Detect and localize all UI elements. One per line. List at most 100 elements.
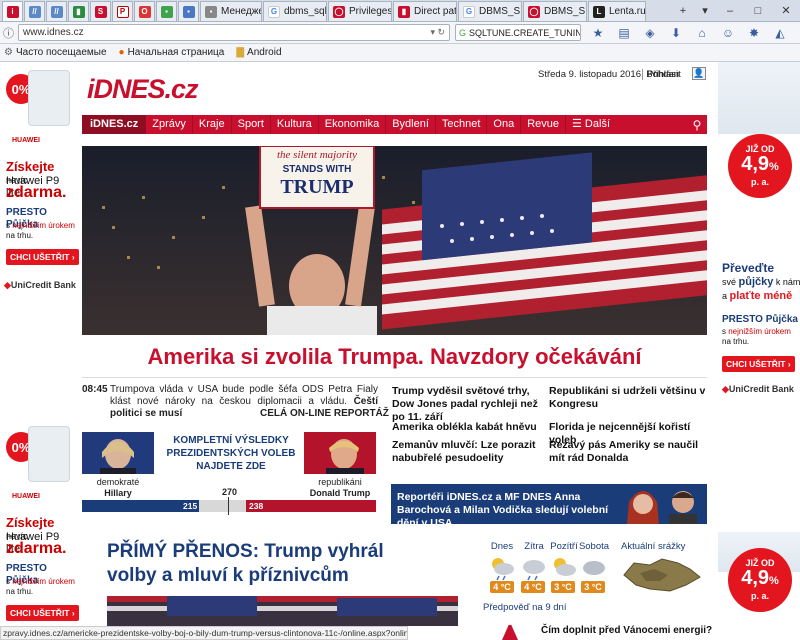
trump-bar [246,500,376,512]
reporters-promo[interactable]: Reportéři iDNES.cz a MF DNES Anna Baroch… [391,484,707,524]
nav-item-sport[interactable]: Sport [232,115,271,134]
tab-pinned-3[interactable]: // [46,1,67,21]
tab-pinned-5[interactable]: S [90,1,111,21]
tab-list-icon[interactable]: ▾ [694,4,716,17]
nav-item-zpravy[interactable]: Zprávy [146,115,193,134]
tab-pinned-4[interactable]: ▮ [68,1,89,21]
folder-icon: ▇ [236,47,245,58]
nav-item-bydleni[interactable]: Bydlení [386,115,436,134]
hero-image[interactable]: the silent majority STANDS WITH TRUMP [82,146,707,335]
nav-item-ekonomika[interactable]: Ekonomika [319,115,387,134]
ad-cta-button[interactable]: CHCI UŠETŘIT › [722,356,795,372]
idnes-icon: i [6,5,19,18]
reload-icon[interactable]: ▾ ↻ [430,27,445,38]
story-link[interactable]: Čím doplnit před Vánocemi energii? [541,625,712,637]
story-link[interactable]: Trump vyděsil světové trhy, Dow Jones pa… [392,385,540,424]
reading-list-icon[interactable]: ▤ [612,24,636,41]
shield-icon[interactable]: ◈ [638,24,662,41]
search-icon[interactable]: ⚲ [687,118,707,132]
trump-party: republikáni [318,477,362,487]
crowd-photo[interactable] [107,596,458,626]
download-icon[interactable]: ⬇ [664,24,688,41]
bookmark-home[interactable]: ● Начальная страница [119,47,225,58]
sign-line-3: TRUMP [280,176,354,198]
tab-pinned-8[interactable]: ▪ [156,1,177,21]
nav-item-revue[interactable]: Revue [521,115,567,134]
threshold-label: 270 [222,487,238,497]
nav-item-ona[interactable]: Ona [487,115,522,134]
close-icon[interactable]: ✕ [772,4,800,17]
maximize-icon[interactable]: □ [744,5,772,17]
nav-item-kultura[interactable]: Kultura [271,115,319,134]
ad-line: Získejte [6,159,55,174]
precip-label[interactable]: Aktuální srážky [621,541,685,552]
star-icon[interactable]: ★ [586,24,610,41]
bookmark-frequent[interactable]: ⚙ Часто посещаемые [4,47,107,58]
live-more-link[interactable]: CELÁ ON-LINE REPORTÁŽ [260,408,389,420]
phone-image [28,426,70,482]
new-tab-icon[interactable]: + [672,5,694,17]
right-ad[interactable]: JIŽ OD 4,9% p. a. Převeďte své půjčky k … [718,62,800,640]
nav-item-more[interactable]: ☰ Další [566,115,616,134]
badge-value: 4,9 [741,567,770,589]
ad-cta-button[interactable]: CHCI UŠETŘIT › [6,249,79,265]
tab-idnes[interactable]: i [2,1,23,21]
nav-item-technet[interactable]: Technet [436,115,488,134]
bookmark-android[interactable]: ▇ Android [236,47,281,58]
menu-icon[interactable]: ≡ [794,24,800,41]
nav-item-kraje[interactable]: Kraje [193,115,232,134]
gear-icon: ⚙ [4,47,13,58]
tab-13[interactable]: ▮ Direct pat... [393,1,457,21]
bookmark-label: Часто посещаемые [15,47,107,58]
tab-label: Lenta.ru [609,6,646,17]
results-bar[interactable]: 215 238 [82,497,376,515]
home-icon[interactable]: ⌂ [690,24,714,41]
tab-16[interactable]: L Lenta.ru [588,1,646,21]
tab-pinned-2[interactable]: // [24,1,45,21]
temp-badge: 4 °C [521,581,545,593]
rate-badge: JIŽ OD 4,9% p. a. [728,548,792,612]
url-bar[interactable]: www.idnes.cz ▾ ↻ [18,24,450,41]
addon-icon[interactable]: ✸ [742,24,766,41]
weather-day[interactable]: Pozítří [548,541,580,552]
tab-10[interactable]: ▪ Менедже... [200,1,262,21]
search-bar[interactable]: GSQLTUNE.CREATE_TUNING_TASK [455,24,581,41]
pocket-icon[interactable]: ◭ [768,24,792,41]
tab-label: DBMS_S... [479,6,521,17]
tab-pinned-7[interactable]: O [134,1,155,21]
temp-badge: 3 °C [581,581,605,593]
weather-day[interactable]: Dnes [486,541,518,552]
story-link[interactable]: Amerika oblékla kabát hněvu [392,421,540,434]
sign-line-2: STANDS WITH [282,164,352,175]
ad-line: své [722,277,737,287]
story-link[interactable]: Zemanův mluvčí: Lze porazit nabubřelé pe… [392,439,540,465]
trump-photo[interactable] [304,432,376,476]
czech-map[interactable] [620,555,702,595]
user-icon[interactable]: 👤 [692,67,706,80]
results-title[interactable]: KOMPLETNÍ VÝSLEDKY PREZIDENTSKÝCH VOLEB … [160,434,302,473]
tab-12[interactable]: ◯ Privileges... [328,1,392,21]
left-ad[interactable]: 0% HUAWEI Získejte navíc Huawei P9 lite … [0,62,79,640]
promo-text: Reportéři iDNES.cz a MF DNES Anna Baroch… [397,491,609,524]
login-link[interactable]: Přihlásit [642,69,681,80]
story-link[interactable]: Republikáni si udrželi většinu v Kongres… [549,385,707,411]
info-icon[interactable]: ⓘ [3,25,14,41]
tab-14[interactable]: G DBMS_S... [458,1,522,21]
forecast-link[interactable]: Předpověď na 9 dní [483,602,566,613]
idnes-logo[interactable]: iDNES.cz [87,74,199,105]
minimize-icon[interactable]: – [716,5,744,17]
nav-brand[interactable]: iDNES.cz [82,115,147,134]
chat-icon[interactable]: ☺ [716,24,740,41]
weather-day[interactable]: Zítra [518,541,550,552]
live-headline-2[interactable]: PŘÍMÝ PŘENOS: Trump vyhrál volby a mluví… [107,540,437,588]
tab-11[interactable]: Gdbms_sql... [263,1,327,21]
cloud-icon [583,561,605,575]
tab-pinned-6[interactable]: P [112,1,133,21]
ad-cta-button[interactable]: CHCI UŠETŘIT › [6,605,79,621]
story-link[interactable]: Rezavý pás Ameriky se naučil mít rád Don… [549,439,707,465]
clinton-photo[interactable] [82,432,154,476]
tab-pinned-9[interactable]: ▪ [178,1,199,21]
weather-day[interactable]: Sobota [578,541,610,552]
tab-15[interactable]: ◯ DBMS_S... [523,1,587,21]
main-headline[interactable]: Amerika si zvolila Trumpa. Navzdory oček… [82,344,707,370]
